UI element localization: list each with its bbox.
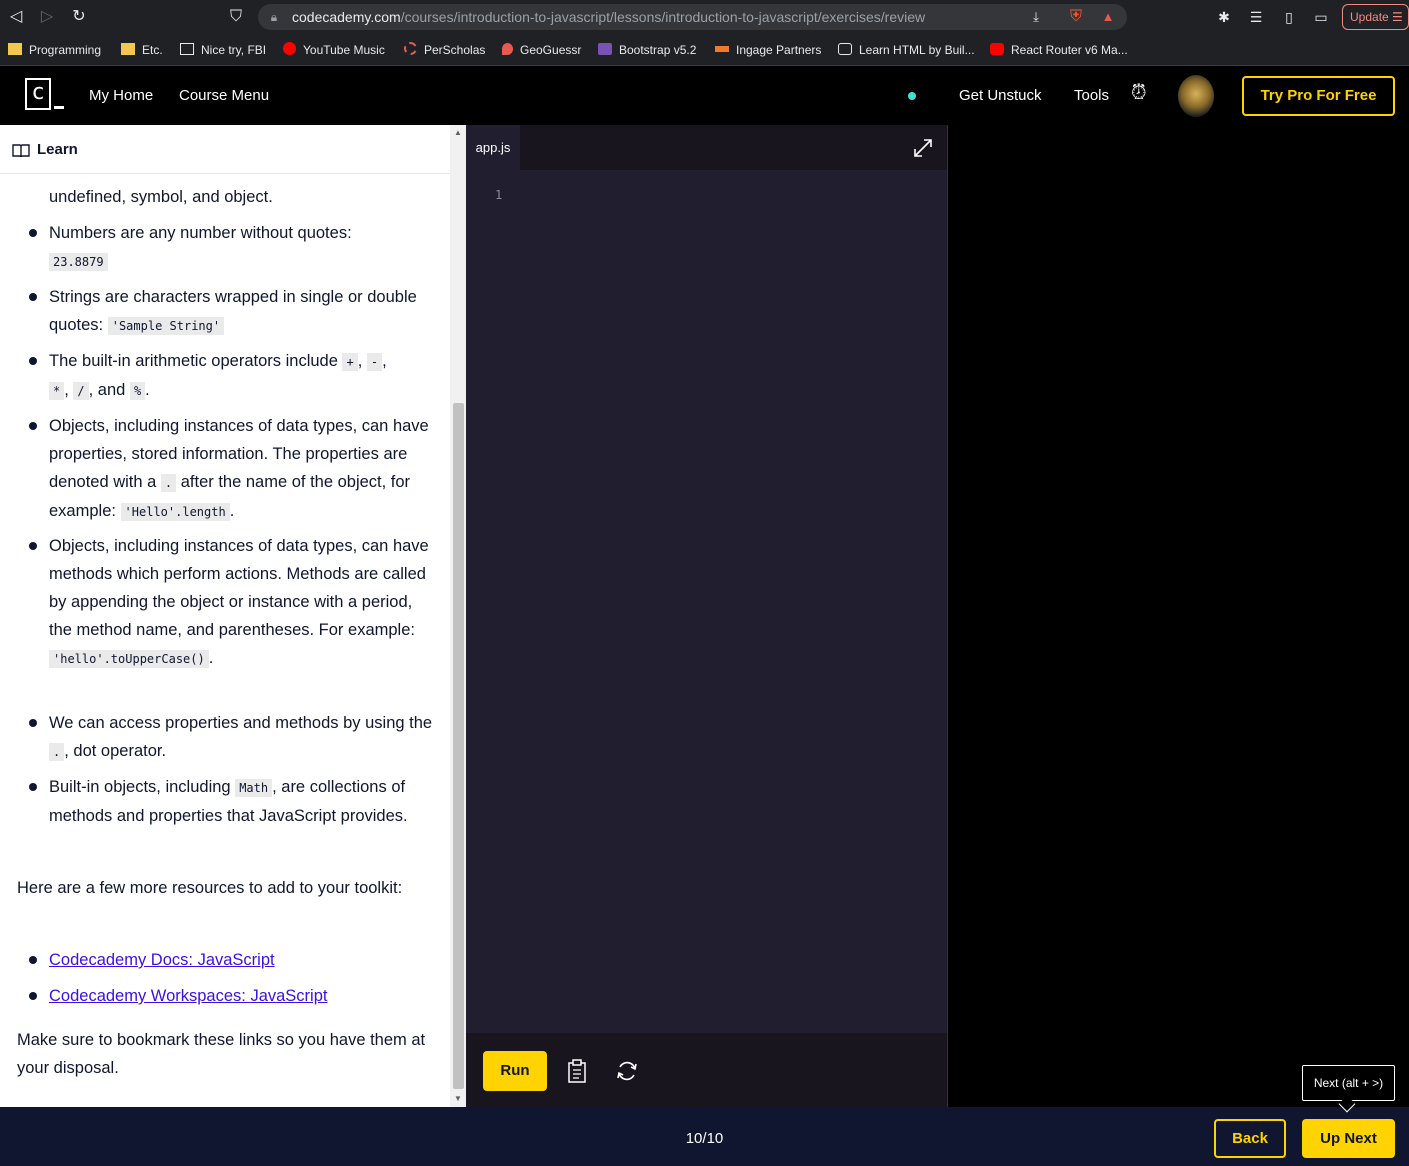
install-app-icon[interactable]: ⤓ (1026, 7, 1046, 27)
sidebar-icon[interactable]: ▯ (1279, 7, 1299, 27)
youtube-music-icon (283, 42, 296, 55)
book-icon (12, 144, 30, 157)
list-item: Numbers are any number without quotes: 2… (49, 224, 352, 271)
bullet-dot (29, 783, 37, 791)
nav-course-menu[interactable]: Course Menu (179, 87, 269, 104)
bookmark-geoguessr[interactable]: GeoGuessr (502, 41, 581, 59)
tab-app-js[interactable]: app.js (466, 125, 520, 170)
list-item: The built-in arithmetic operators includ… (49, 352, 387, 400)
back-button[interactable]: Back (1214, 1119, 1286, 1158)
perscholas-icon (404, 42, 417, 55)
ingage-icon (715, 46, 729, 52)
brave-rewards-icon[interactable]: ▲ (1098, 7, 1118, 27)
bookmark-ingage-partners[interactable]: Ingage Partners (715, 41, 821, 59)
logo-underscore (54, 106, 64, 109)
bookmark-react-router[interactable]: React Router v6 Ma... (990, 41, 1128, 59)
codecademy-logo[interactable]: c (25, 78, 51, 110)
bullet-dot (29, 422, 37, 430)
bullet-dot (29, 229, 37, 237)
url-text[interactable]: codecademy.com/courses/introduction-to-j… (292, 9, 925, 25)
list-item: We can access properties and methods by … (49, 714, 433, 761)
up-next-button[interactable]: Up Next (1302, 1119, 1395, 1158)
extensions-icon[interactable]: ✱ (1214, 7, 1234, 27)
list-item: Built-in objects, including Math, are co… (49, 778, 408, 825)
learn-title: Learn (37, 141, 78, 158)
editor-tab-bar: app.js (466, 125, 947, 170)
closing-text: Make sure to bookmark these links so you… (17, 1031, 426, 1077)
folder-icon (8, 43, 22, 55)
scrollbar-thumb[interactable] (453, 403, 464, 1089)
map-pin-icon (502, 43, 513, 55)
back-arrow-icon[interactable]: ◁ (6, 7, 26, 27)
forward-arrow-icon[interactable]: ▷ (37, 7, 57, 27)
lock-icon: 🔒︎ (270, 10, 278, 24)
bullet-dot (29, 293, 37, 301)
get-unstuck-button[interactable]: Get Unstuck (959, 87, 1042, 104)
bullet-dot (29, 542, 37, 550)
alarm-clock-icon[interactable]: ⏰︎ (1131, 82, 1147, 105)
list-item: Objects, including instances of data typ… (49, 417, 429, 521)
update-button[interactable]: Update ☰ (1342, 4, 1409, 30)
computer-icon (180, 43, 194, 55)
resources-intro: Here are a few more resources to add to … (17, 879, 403, 897)
wallet-icon[interactable]: ▭ (1311, 7, 1331, 27)
scroll-up-icon[interactable]: ▲ (450, 125, 466, 141)
docs-link[interactable]: Codecademy Docs: JavaScript (49, 951, 275, 969)
reset-icon[interactable] (614, 1058, 640, 1084)
notification-dot (908, 92, 916, 100)
bookmark-etc[interactable]: Etc. (121, 41, 163, 59)
folder-icon (121, 43, 135, 55)
bullet-dot (29, 719, 37, 727)
next-tooltip: Next (alt + >) (1302, 1065, 1395, 1101)
line-number: 1 (495, 188, 503, 202)
run-button[interactable]: Run (483, 1051, 547, 1091)
list-item: Strings are characters wrapped in single… (49, 288, 417, 335)
list-item: Codecademy Docs: JavaScript (49, 946, 434, 974)
bullet-dot (29, 992, 37, 1000)
bullet-dot (29, 357, 37, 365)
reading-list-icon[interactable]: ☰ (1246, 7, 1266, 27)
bookmark-bootstrap[interactable]: Bootstrap v5.2 (598, 41, 696, 59)
youtube-icon (990, 43, 1004, 55)
browser-toolbar: ◁ ▷ ↻ ⛉ 🔒︎ codecademy.com/courses/introd… (0, 0, 1409, 34)
editor-footer: Run (466, 1033, 947, 1107)
freecodecamp-icon (838, 43, 852, 55)
nav-my-home[interactable]: My Home (89, 87, 153, 104)
bootstrap-icon (598, 43, 612, 55)
bookmark-programming[interactable]: Programming (8, 41, 101, 59)
partial-text: undefined, symbol, and object. (49, 188, 273, 206)
bookmark-perscholas[interactable]: PerScholas (404, 41, 485, 59)
scroll-down-icon[interactable]: ▼ (450, 1091, 466, 1107)
list-item: Objects, including instances of data typ… (49, 537, 429, 668)
workspaces-link[interactable]: Codecademy Workspaces: JavaScript (49, 987, 327, 1005)
learn-panel: Learn undefined, symbol, and object. Num… (0, 125, 450, 1107)
expand-icon[interactable] (912, 137, 934, 159)
bookmark-star-icon[interactable]: ⛉ (226, 7, 246, 27)
code-editor: app.js 1 Run (466, 125, 947, 1107)
avatar[interactable] (1178, 75, 1214, 117)
output-panel (947, 125, 1409, 1107)
bottom-bar: 10/10 Back Up Next (0, 1107, 1409, 1166)
progress-indicator: 10/10 (685, 1130, 724, 1147)
bookmarks-bar: Programming Etc. Nice try, FBI YouTube M… (0, 34, 1409, 66)
brave-shield-icon[interactable]: ⛨ (1066, 7, 1086, 27)
bookmark-learn-html[interactable]: Learn HTML by Buil... (838, 41, 975, 59)
clipboard-icon[interactable] (565, 1058, 591, 1084)
bookmark-youtube-music[interactable]: YouTube Music (283, 41, 385, 59)
try-pro-button[interactable]: Try Pro For Free (1242, 76, 1395, 116)
list-item: Codecademy Workspaces: JavaScript (49, 982, 434, 1010)
reload-icon[interactable]: ↻ (69, 7, 89, 27)
bookmark-nice-try-fbi[interactable]: Nice try, FBI (180, 41, 266, 59)
tools-button[interactable]: Tools (1074, 87, 1109, 104)
learn-header: Learn (0, 125, 450, 174)
bullet-dot (29, 956, 37, 964)
